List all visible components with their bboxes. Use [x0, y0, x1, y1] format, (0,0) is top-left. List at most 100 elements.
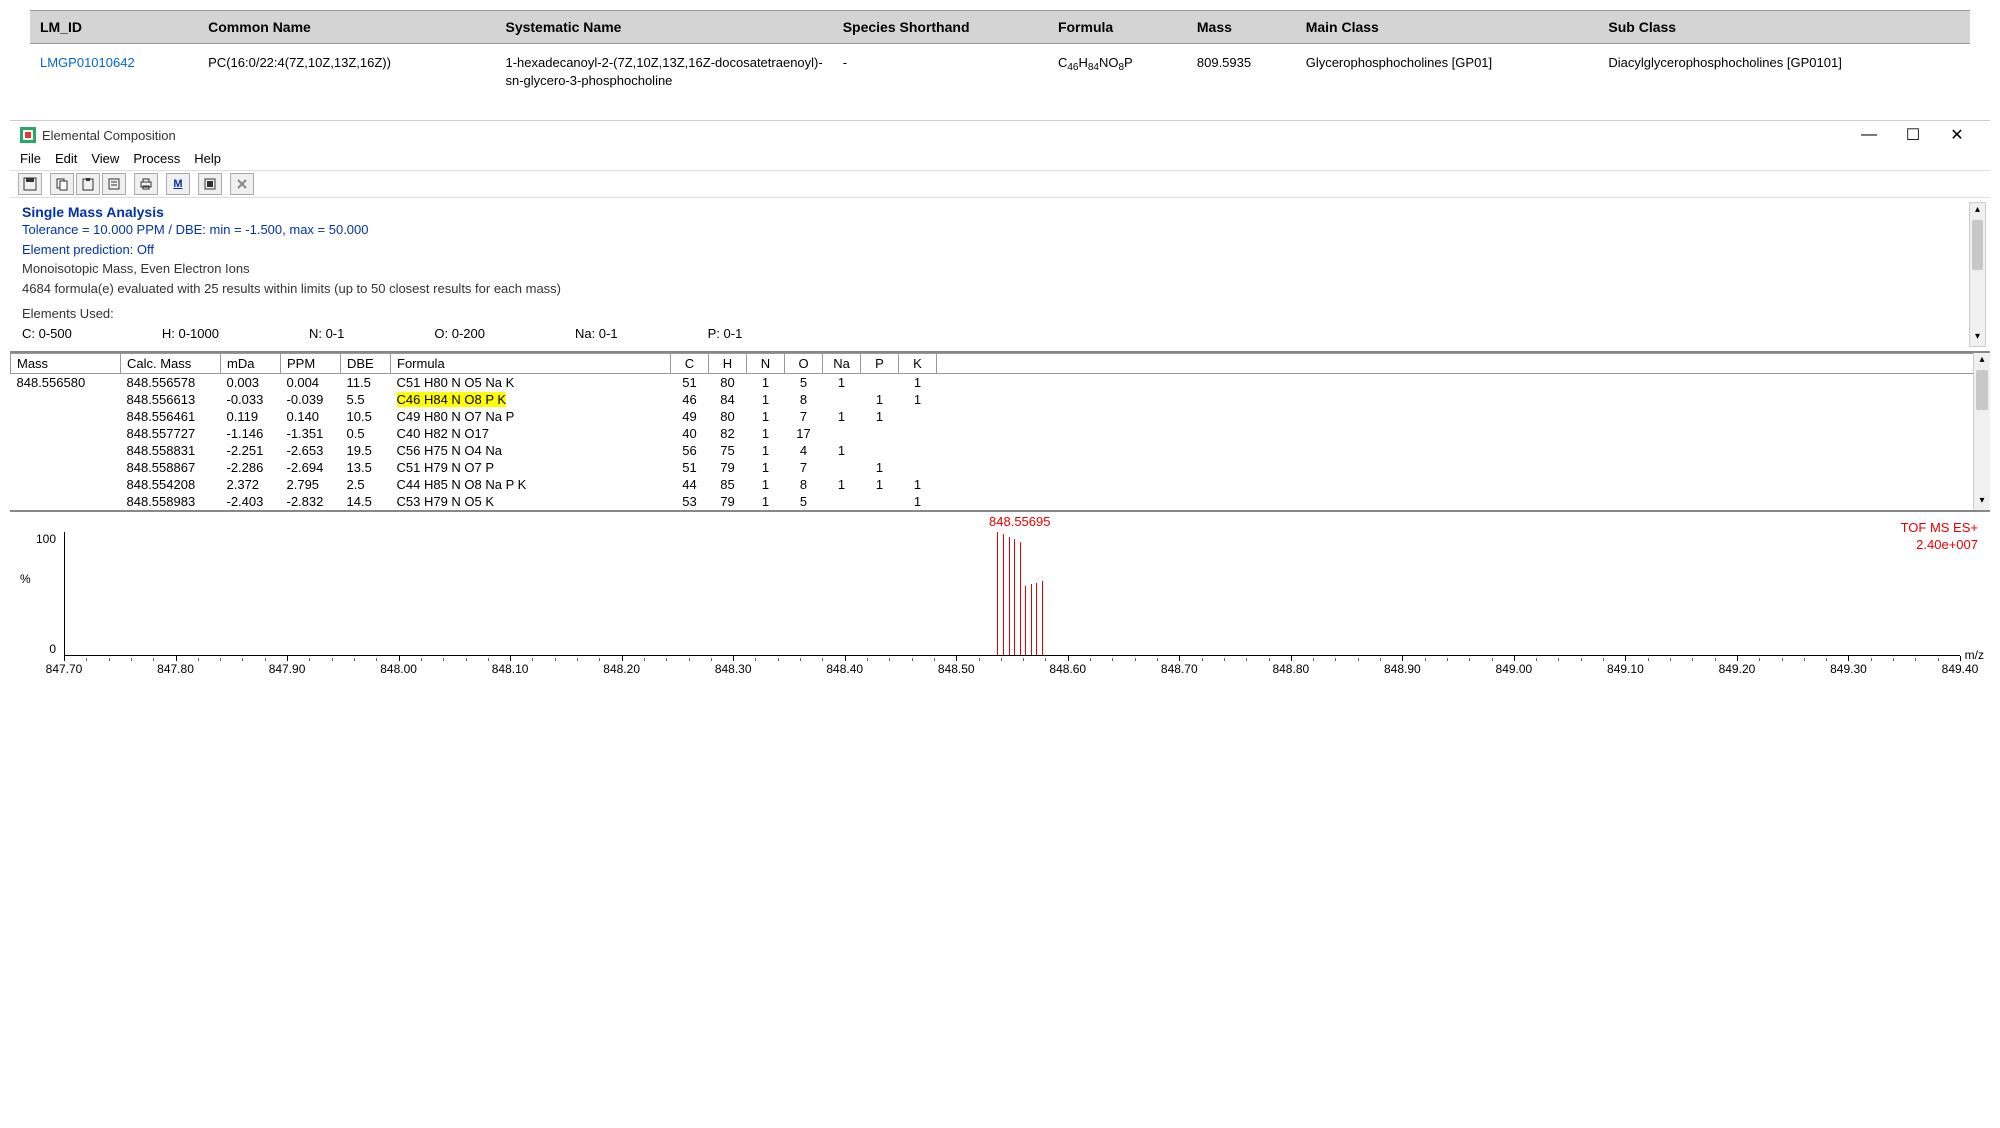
spectrum-plot-area[interactable]: 848.55695	[64, 532, 1960, 656]
peak-label: 848.55695	[989, 514, 1050, 529]
cell-h: 82	[709, 425, 747, 442]
cell-ppm: -2.694	[281, 459, 341, 476]
range-n: N: 0-1	[309, 326, 344, 341]
lipid-sub-class: Diacylglycerophosphocholines [GP0101]	[1598, 44, 1970, 101]
cell-calc: 848.558867	[121, 459, 221, 476]
results-row[interactable]: 848.558983-2.403-2.83214.5C53 H79 N O5 K…	[11, 493, 1991, 510]
cell-mass	[11, 442, 121, 459]
paste-icon[interactable]	[76, 173, 100, 195]
th-common-name[interactable]: Common Name	[198, 11, 495, 44]
cell-mass	[11, 476, 121, 493]
th-calc-mass[interactable]: Calc. Mass	[121, 353, 221, 373]
cell-o: 5	[785, 373, 823, 391]
cell-h: 84	[709, 391, 747, 408]
results-row[interactable]: 848.556580848.5565780.0030.00411.5C51 H8…	[11, 373, 1991, 391]
results-row[interactable]: 848.5564610.1190.14010.5C49 H80 N O7 Na …	[11, 408, 1991, 425]
cell-c: 40	[671, 425, 709, 442]
cell-filler	[937, 408, 1991, 425]
th-dbe[interactable]: DBE	[341, 353, 391, 373]
th-h[interactable]: H	[709, 353, 747, 373]
cell-k: 1	[899, 493, 937, 510]
results-row[interactable]: 848.557727-1.146-1.3510.5C40 H82 N O1740…	[11, 425, 1991, 442]
th-mass[interactable]: Mass	[11, 353, 121, 373]
th-species[interactable]: Species Shorthand	[833, 11, 1048, 44]
th-formula[interactable]: Formula	[391, 353, 671, 373]
cell-k: 1	[899, 476, 937, 493]
menu-help[interactable]: Help	[194, 151, 221, 166]
th-mda[interactable]: mDa	[221, 353, 281, 373]
th-o[interactable]: O	[785, 353, 823, 373]
cell-n: 1	[747, 373, 785, 391]
th-p[interactable]: P	[861, 353, 899, 373]
th-sub-class[interactable]: Sub Class	[1598, 11, 1970, 44]
cell-calc: 848.556578	[121, 373, 221, 391]
toolbar: M	[10, 170, 1990, 198]
cell-formula: C49 H80 N O7 Na P	[391, 408, 671, 425]
spectrum-x-axis-label: m/z	[1965, 648, 1984, 662]
close-button[interactable]: ✕	[1944, 125, 1970, 145]
cell-p	[861, 373, 899, 391]
x-tick-label: 848.50	[938, 662, 975, 676]
x-tick-label: 848.30	[715, 662, 752, 676]
cell-mda: 0.119	[221, 408, 281, 425]
results-scrollbar[interactable]: ▴ ▾	[1973, 353, 1990, 510]
x-tick-label: 849.10	[1607, 662, 1644, 676]
th-ppm[interactable]: PPM	[281, 353, 341, 373]
save-icon[interactable]	[18, 173, 42, 195]
cell-k	[899, 442, 937, 459]
scroll-up-icon[interactable]: ▴	[1970, 203, 1985, 219]
menu-file[interactable]: File	[20, 151, 41, 166]
th-systematic[interactable]: Systematic Name	[495, 11, 832, 44]
th-k[interactable]: K	[899, 353, 937, 373]
th-mass[interactable]: Mass	[1187, 11, 1296, 44]
maximize-button[interactable]: ☐	[1900, 125, 1926, 145]
print-icon[interactable]	[134, 173, 158, 195]
header-scrollbar[interactable]: ▴ ▾	[1969, 202, 1986, 347]
cell-dbe: 0.5	[341, 425, 391, 442]
cell-na: 1	[823, 373, 861, 391]
properties-icon[interactable]	[102, 173, 126, 195]
lipid-table-container: LM_ID Common Name Systematic Name Specie…	[0, 0, 2000, 100]
m-icon[interactable]: M	[166, 173, 190, 195]
cell-dbe: 13.5	[341, 459, 391, 476]
results-scroll-thumb[interactable]	[1976, 370, 1988, 410]
results-row[interactable]: 848.558867-2.286-2.69413.5C51 H79 N O7 P…	[11, 459, 1991, 476]
th-c[interactable]: C	[671, 353, 709, 373]
fit-icon[interactable]	[198, 173, 222, 195]
x-tick-label: 848.00	[380, 662, 417, 676]
cell-c: 51	[671, 459, 709, 476]
cell-mda: 0.003	[221, 373, 281, 391]
cell-mda: -1.146	[221, 425, 281, 442]
th-na[interactable]: Na	[823, 353, 861, 373]
th-n[interactable]: N	[747, 353, 785, 373]
menu-view[interactable]: View	[91, 151, 119, 166]
results-row[interactable]: 848.558831-2.251-2.65319.5C56 H75 N O4 N…	[11, 442, 1991, 459]
window-title: Elemental Composition	[42, 128, 1856, 143]
cancel-icon[interactable]	[230, 173, 254, 195]
results-row[interactable]: 848.5542082.3722.7952.5C44 H85 N O8 Na P…	[11, 476, 1991, 493]
th-lmid[interactable]: LM_ID	[30, 11, 198, 44]
cell-calc: 848.558983	[121, 493, 221, 510]
cell-o: 8	[785, 476, 823, 493]
th-formula[interactable]: Formula	[1048, 11, 1187, 44]
lipid-main-class: Glycerophosphocholines [GP01]	[1296, 44, 1599, 101]
y-0: 0	[32, 642, 56, 656]
th-main-class[interactable]: Main Class	[1296, 11, 1599, 44]
scroll-thumb[interactable]	[1972, 220, 1983, 270]
scroll-down-icon[interactable]: ▾	[1970, 330, 1985, 346]
results-scroll-down-icon[interactable]: ▾	[1974, 494, 1990, 510]
results-row[interactable]: 848.556613-0.033-0.0395.5C46 H84 N O8 P …	[11, 391, 1991, 408]
copy-icon[interactable]	[50, 173, 74, 195]
spectrum-x-ticks	[64, 654, 1960, 660]
cell-c: 49	[671, 408, 709, 425]
menu-process[interactable]: Process	[133, 151, 180, 166]
lipid-table: LM_ID Common Name Systematic Name Specie…	[30, 10, 1970, 100]
menu-edit[interactable]: Edit	[55, 151, 77, 166]
minimize-button[interactable]: —	[1856, 126, 1882, 144]
x-tick-label: 849.40	[1942, 662, 1979, 676]
x-tick-label: 848.80	[1272, 662, 1309, 676]
lipid-id-link[interactable]: LMGP01010642	[40, 55, 135, 70]
results-scroll-up-icon[interactable]: ▴	[1974, 353, 1990, 369]
cell-mda: 2.372	[221, 476, 281, 493]
cell-formula: C46 H84 N O8 P K	[391, 391, 671, 408]
